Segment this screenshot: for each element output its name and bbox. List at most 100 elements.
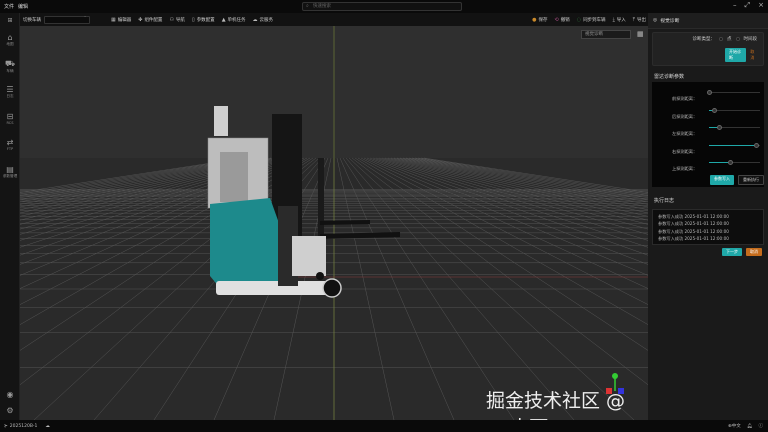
slider-row: 上探测距离： bbox=[662, 160, 762, 172]
sidebar-item-map[interactable]: ⌂ 地图 bbox=[0, 27, 20, 53]
rerun-button[interactable]: 重新执行 bbox=[738, 175, 764, 185]
log-icon: ☰ bbox=[6, 85, 14, 94]
slider-thumb[interactable] bbox=[728, 160, 734, 165]
settings-button[interactable]: ⚙ bbox=[0, 403, 20, 417]
params-icon: ▯ bbox=[191, 16, 195, 23]
apps-icon[interactable]: ⊞ bbox=[0, 13, 20, 27]
maximize-button[interactable]: ⤢ bbox=[745, 1, 751, 10]
slider-track[interactable] bbox=[709, 92, 760, 93]
ftp-icon: ⇄ bbox=[6, 137, 14, 147]
sidebar-item-params[interactable]: ▤ 参数管理 bbox=[0, 157, 20, 187]
right-panel: ◎ 视觉诊断 诊断类型： 点 时间段 开始诊断 取消 雷达诊断参数 前探测距离： 后探… bbox=[648, 13, 768, 420]
slider-label: 右探测距离： bbox=[672, 148, 698, 154]
user-icon: ◉ bbox=[6, 389, 14, 399]
sidebar-item-ftp[interactable]: ⇄ FTP bbox=[0, 131, 20, 157]
panel-header: ◎ 视觉诊断 bbox=[648, 13, 768, 29]
write-params-button[interactable]: 参数写入 bbox=[710, 175, 734, 185]
param-manage-icon: ▤ bbox=[6, 165, 14, 174]
radio-point[interactable] bbox=[719, 37, 723, 41]
toolbar-params[interactable]: ▯ 参数配置 bbox=[192, 17, 215, 23]
bell-icon[interactable]: 🔔︎ bbox=[747, 424, 753, 429]
view-mode-select[interactable]: 视觉诊断 bbox=[581, 30, 631, 39]
branch-icon: ⊱ bbox=[4, 423, 8, 429]
gear-icon: ⚙ bbox=[6, 405, 14, 415]
vehicle-label: 切换车辆 bbox=[23, 17, 41, 23]
cancel-link[interactable]: 取消 bbox=[750, 49, 757, 61]
log-title: 执行日志 bbox=[654, 198, 675, 204]
next-button[interactable]: 下一步 bbox=[722, 248, 742, 256]
undo-button[interactable]: ⟲ 撤销 bbox=[554, 17, 569, 23]
search-icon: ⌕ bbox=[306, 3, 309, 9]
save-button[interactable]: ● 保存 bbox=[532, 17, 547, 23]
menu-edit[interactable]: 编辑 bbox=[18, 3, 28, 10]
log-entry: 参数写入成功 2025-01-01 12:00:00 bbox=[658, 235, 729, 241]
help-icon[interactable]: ⓘ bbox=[759, 423, 764, 429]
toolbar-navigation[interactable]: ⚇ 导航 bbox=[169, 17, 184, 23]
minimize-button[interactable]: – bbox=[733, 1, 737, 10]
log-list: 参数写入成功 2025-01-01 12:00:00 参数写入成功 2025-0… bbox=[652, 209, 764, 245]
slider-row: 后探测距离： bbox=[662, 107, 762, 120]
slider-thumb[interactable] bbox=[712, 107, 718, 113]
menu-file[interactable]: 文件 bbox=[4, 3, 14, 10]
toolbar-editor[interactable]: ▦ 编辑器 bbox=[111, 17, 131, 23]
slider-thumb[interactable] bbox=[717, 125, 723, 130]
import-button[interactable]: ⤓ 导入 bbox=[613, 17, 626, 23]
rcs-icon: ⊟ bbox=[6, 111, 14, 121]
slider-thumb[interactable] bbox=[753, 142, 759, 148]
radar-params-title: 雷达诊断参数 bbox=[654, 74, 685, 80]
sidebar-item-rcs[interactable]: ⊟ RCS bbox=[0, 105, 20, 131]
slider-row: 左探测距离： bbox=[662, 125, 762, 137]
slider-thumb[interactable] bbox=[707, 90, 712, 95]
toolbar-task[interactable]: ▲ 单机任务 bbox=[222, 17, 246, 23]
slider-label: 上探测距离： bbox=[672, 166, 698, 171]
navigation-icon: ⚇ bbox=[169, 16, 174, 23]
close-button[interactable]: × bbox=[758, 1, 764, 10]
component-icon: ✤ bbox=[138, 16, 143, 23]
sidebar-item-vehicle[interactable]: ⛟ 车辆 bbox=[0, 53, 20, 79]
scene-canvas[interactable] bbox=[20, 26, 648, 420]
sync-button[interactable]: ◌ 同步到车辆 bbox=[577, 17, 606, 23]
sync-icon: ◌ bbox=[576, 16, 582, 23]
slider-label: 后探测距离： bbox=[672, 113, 698, 119]
slider-fill bbox=[709, 144, 756, 146]
start-diagnosis-button[interactable]: 开始诊断 bbox=[725, 48, 747, 62]
toolbar-cloud[interactable]: ☁ 云服务 bbox=[253, 17, 274, 23]
export-button[interactable]: ⤒ 导出 bbox=[633, 17, 646, 23]
slider-label: 前探测距离： bbox=[672, 96, 698, 101]
import-icon: ⤓ bbox=[612, 16, 615, 23]
user-button[interactable]: ◉ bbox=[0, 387, 20, 401]
log-entry: 参数写入成功 2025-01-01 12:00:00 bbox=[658, 228, 729, 234]
window-controls: – ⤢ × bbox=[733, 1, 764, 10]
vehicle-icon: ⛟ bbox=[4, 58, 16, 68]
left-sidebar: ⊞ ⌂ 地图 ⛟ 车辆 ☰ 日志 ⊟ RCS ⇄ FTP ▤ 参数管理 ◉ ⚙ bbox=[0, 13, 20, 420]
search-input[interactable]: ⌕ 快速搜索 bbox=[302, 2, 462, 11]
slider-row: 前探测距离： bbox=[662, 90, 762, 102]
slider-row: 右探测距离： bbox=[662, 142, 762, 155]
3d-viewport[interactable]: 视觉诊断 ▦ 掘金技术社区 @ G_大雨 bbox=[20, 26, 648, 420]
version-label[interactable]: 2025120B-1 bbox=[10, 424, 38, 429]
eye-icon: ◎ bbox=[653, 18, 658, 23]
diag-type-box: 诊断类型： 点 时间段 开始诊断 取消 bbox=[652, 32, 764, 66]
status-bar: ⊱ 2025120B-1 ☁ ⊕ 中文 🔔︎ ⓘ bbox=[0, 420, 768, 432]
export-icon: ⤒ bbox=[632, 16, 635, 23]
log-entry: 参数写入成功 2025-01-01 12:00:00 bbox=[658, 221, 729, 227]
radio-time-range[interactable] bbox=[735, 37, 740, 41]
slider-label: 左探测距离： bbox=[672, 131, 698, 136]
cloud-icon: ☁ bbox=[252, 16, 258, 23]
watermark: 掘金技术社区 @ G_大雨 bbox=[486, 390, 626, 420]
sidebar-item-log[interactable]: ☰ 日志 bbox=[0, 79, 20, 105]
language-switch[interactable]: 中文 bbox=[732, 423, 741, 429]
save-icon: ● bbox=[532, 16, 537, 23]
map-icon: ⌂ bbox=[7, 33, 13, 42]
editor-icon: ▦ bbox=[111, 16, 116, 23]
grid-toggle-icon[interactable]: ▦ bbox=[637, 31, 644, 38]
undo-icon: ⟲ bbox=[554, 16, 559, 23]
toolbar-component[interactable]: ✤ 组件配置 bbox=[138, 17, 162, 23]
cancel-button[interactable]: 取消 bbox=[746, 248, 762, 256]
task-icon: ▲ bbox=[221, 16, 226, 23]
toolbar: 切换车辆 ▦编辑器 ✤组件配置 ⚇导航 ▯参数配置 ▲单机任务 ☁云服务 ●保存… bbox=[20, 13, 648, 26]
cloud-status-icon: ☁ bbox=[45, 423, 50, 429]
log-entry: 参数写入成功 2025-01-01 12:00:00 bbox=[658, 214, 729, 219]
vehicle-select[interactable] bbox=[44, 14, 90, 24]
slider-fill bbox=[709, 162, 731, 163]
